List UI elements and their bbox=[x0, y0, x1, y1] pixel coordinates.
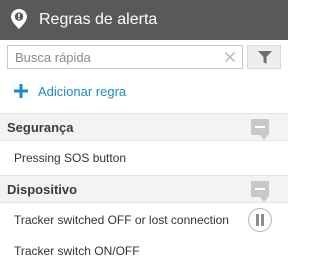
rule-label: Pressing SOS button bbox=[14, 151, 127, 165]
collapse-group-icon[interactable] bbox=[251, 119, 269, 140]
filter-button[interactable] bbox=[247, 45, 281, 69]
rule-item[interactable]: Pressing SOS button bbox=[0, 143, 288, 173]
group-header-dispositivo: Dispositivo bbox=[0, 175, 288, 203]
search-input[interactable] bbox=[8, 46, 218, 68]
map-pin-icon bbox=[11, 9, 27, 29]
add-rule-label: Adicionar regra bbox=[38, 83, 127, 99]
page-title: Regras de alerta bbox=[39, 11, 158, 28]
plus-icon bbox=[14, 84, 28, 98]
filter-icon bbox=[258, 51, 272, 64]
group-title: Dispositivo bbox=[7, 182, 78, 197]
rule-label: Tracker switched OFF or lost connection bbox=[14, 213, 229, 227]
group-title: Segurança bbox=[7, 120, 74, 135]
group-header-seguranca: Segurança bbox=[0, 113, 288, 141]
rule-item[interactable]: Tracker switched OFF or lost connection bbox=[0, 205, 288, 235]
clear-search-icon[interactable] bbox=[224, 51, 236, 63]
add-rule-button[interactable]: Adicionar regra bbox=[14, 81, 126, 101]
rule-item[interactable]: Tracker switch ON/OFF bbox=[0, 236, 288, 266]
search-box bbox=[7, 45, 243, 69]
pause-icon[interactable] bbox=[248, 208, 272, 232]
panel-header: Regras de alerta bbox=[0, 0, 288, 40]
collapse-group-icon[interactable] bbox=[251, 181, 269, 202]
rule-label: Tracker switch ON/OFF bbox=[14, 244, 140, 258]
